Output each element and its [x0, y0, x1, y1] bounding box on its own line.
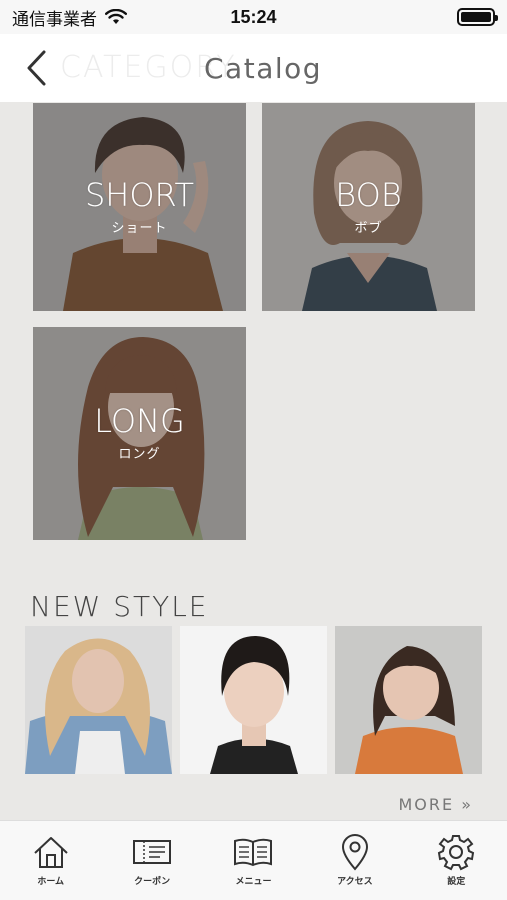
- page-title: Catalog: [204, 52, 323, 85]
- carrier-label: 通信事業者: [12, 9, 97, 29]
- location-pin-icon: [341, 834, 368, 871]
- nav-header: CATEGORY Catalog: [0, 34, 507, 102]
- home-icon: [34, 837, 68, 868]
- wifi-icon: [105, 9, 127, 24]
- more-link[interactable]: MORE »: [398, 795, 473, 814]
- double-chevron-right-icon: »: [461, 795, 473, 814]
- tab-access[interactable]: アクセス: [315, 833, 395, 887]
- tile-sublabel: ロング: [118, 446, 161, 461]
- tab-label: クーポン: [134, 876, 171, 886]
- tab-bar: ホーム クーポン メニュー アクセス 設定: [0, 820, 507, 900]
- style-photo-3: [335, 626, 482, 774]
- new-style-thumb-1[interactable]: [25, 626, 172, 774]
- tab-label: ホーム: [37, 876, 65, 886]
- chevron-left-icon: [27, 50, 46, 86]
- tab-label: メニュー: [235, 876, 272, 886]
- menu-book-icon: [234, 838, 273, 867]
- battery-icon: [457, 8, 498, 26]
- new-style-heading: NEW STYLE: [30, 590, 209, 623]
- more-label: MORE: [398, 795, 455, 814]
- back-button[interactable]: [18, 48, 54, 88]
- new-style-thumb-2[interactable]: [180, 626, 327, 774]
- tab-coupon[interactable]: クーポン: [112, 833, 192, 887]
- style-photo-1: [25, 626, 172, 774]
- style-photo-2: [180, 626, 327, 774]
- status-left: 通信事業者: [12, 5, 127, 30]
- catalog-tile-long[interactable]: LONG ロング: [33, 327, 246, 540]
- tab-home[interactable]: ホーム: [11, 833, 91, 887]
- tab-label: 設定: [447, 876, 466, 886]
- tab-label: アクセス: [337, 876, 373, 886]
- tile-label: BOB: [335, 175, 402, 214]
- tab-menu[interactable]: メニュー: [213, 833, 293, 887]
- coupon-icon: [133, 840, 172, 864]
- tile-sublabel: ショート: [111, 219, 168, 235]
- tab-settings[interactable]: 設定: [416, 833, 496, 887]
- tile-label: SHORT: [84, 175, 194, 214]
- new-style-thumb-3[interactable]: [335, 626, 482, 774]
- gear-icon: [438, 835, 475, 871]
- tile-sublabel: ボブ: [354, 219, 383, 235]
- catalog-tile-short[interactable]: SHORT ショート: [33, 103, 246, 311]
- status-bar: 通信事業者 15:24: [0, 0, 507, 34]
- catalog-tile-bob[interactable]: BOB ボブ: [262, 103, 475, 311]
- tile-label: LONG: [94, 402, 185, 440]
